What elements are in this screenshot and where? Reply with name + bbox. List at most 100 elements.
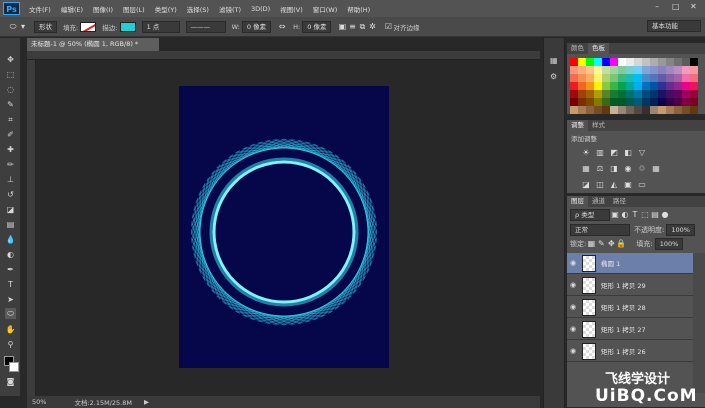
gradient-tool-icon[interactable]: ▤ <box>5 219 16 230</box>
status-menu-arrow-icon[interactable]: ▶ <box>144 398 149 406</box>
background-color-swatch[interactable] <box>9 362 19 372</box>
swatch[interactable] <box>570 58 578 66</box>
swatch[interactable] <box>666 66 674 74</box>
visibility-eye-icon[interactable]: ◉ <box>567 259 579 267</box>
swatch[interactable] <box>618 74 626 82</box>
swatch[interactable] <box>570 106 578 114</box>
menu-view[interactable]: 视图(V) <box>275 4 308 14</box>
swatch[interactable] <box>650 74 658 82</box>
swatch[interactable] <box>610 82 618 90</box>
swatch[interactable] <box>690 98 698 106</box>
swatch[interactable] <box>674 82 682 90</box>
swatch[interactable] <box>674 90 682 98</box>
photo-filter-icon[interactable]: ◉ <box>623 164 633 174</box>
swatch[interactable] <box>610 74 618 82</box>
tab-adjustments[interactable]: 调整 <box>567 120 588 131</box>
lock-pixels-icon[interactable]: ✎ <box>596 239 606 249</box>
swatch[interactable] <box>674 98 682 106</box>
swatch[interactable] <box>682 90 690 98</box>
layer-filter-select[interactable]: ρ 类型 <box>570 209 610 221</box>
lock-transparent-icon[interactable]: ▦ <box>586 239 596 249</box>
swatch[interactable] <box>594 82 602 90</box>
menu-select[interactable]: 选择(S) <box>182 4 214 14</box>
swatch[interactable] <box>578 58 586 66</box>
swatch[interactable] <box>626 82 634 90</box>
swatch[interactable] <box>618 66 626 74</box>
swatch[interactable] <box>594 106 602 114</box>
tab-swatches[interactable]: 色板 <box>588 43 609 54</box>
stroke-width-input[interactable]: 1 点 <box>141 20 180 33</box>
eraser-tool-icon[interactable]: ◪ <box>5 204 16 215</box>
swatch[interactable] <box>594 58 602 66</box>
lock-all-icon[interactable]: 🔒 <box>616 239 626 249</box>
healing-brush-tool-icon[interactable]: ✚ <box>5 144 16 155</box>
curves-icon[interactable]: ◩ <box>609 148 619 158</box>
document-canvas[interactable] <box>179 86 389 368</box>
layer-row[interactable]: ◉ 矩形 1 拷贝 27 <box>567 319 693 340</box>
close-icon[interactable]: ✕ <box>690 2 697 11</box>
swatch[interactable] <box>674 74 682 82</box>
swatch[interactable] <box>674 66 682 74</box>
swatch[interactable] <box>610 98 618 106</box>
swatch[interactable] <box>602 66 610 74</box>
layer-name[interactable]: 椭圆 1 <box>601 258 620 268</box>
filter-toggle-icon[interactable]: ● <box>660 210 670 220</box>
ellipse-tool-icon[interactable]: ⬭ <box>5 308 16 319</box>
shape-mode-select[interactable]: 形状 <box>34 20 57 33</box>
swatch[interactable] <box>602 74 610 82</box>
swatch[interactable] <box>626 74 634 82</box>
tab-channels[interactable]: 通道 <box>588 196 609 207</box>
invert-icon[interactable]: ◪ <box>581 180 591 190</box>
color-lookup-icon[interactable]: ▦ <box>651 164 661 174</box>
visibility-eye-icon[interactable]: ◉ <box>567 325 579 333</box>
swatch[interactable] <box>578 90 586 98</box>
swatch[interactable] <box>618 58 626 66</box>
threshold-icon[interactable]: ◭ <box>609 180 619 190</box>
zoom-tool-icon[interactable]: ⚲ <box>5 339 16 350</box>
path-alignment-icon[interactable]: ≡ <box>347 22 357 32</box>
channel-mixer-icon[interactable]: ♲ <box>637 164 647 174</box>
menu-3d[interactable]: 3D(D) <box>246 5 275 13</box>
quick-select-tool-icon[interactable]: ✎ <box>5 99 16 110</box>
swatch[interactable] <box>602 90 610 98</box>
fill-opacity-input[interactable]: 100% <box>654 238 684 250</box>
opacity-input[interactable]: 100% <box>666 224 695 236</box>
pen-tool-icon[interactable]: ✒ <box>5 264 16 275</box>
swatch[interactable] <box>690 58 698 66</box>
swatch[interactable] <box>578 98 586 106</box>
swatch[interactable] <box>602 98 610 106</box>
selective-color-icon[interactable]: ▣ <box>623 180 633 190</box>
swatch[interactable] <box>586 74 594 82</box>
menu-edit[interactable]: 编辑(E) <box>56 4 88 14</box>
swatch[interactable] <box>690 82 698 90</box>
eyedropper-tool-icon[interactable]: ✐ <box>5 129 16 140</box>
swatch[interactable] <box>570 98 578 106</box>
path-operations-icon[interactable]: ▣ <box>337 22 347 32</box>
blend-mode-select[interactable]: 正常 <box>570 224 630 236</box>
layer-name[interactable]: 矩形 1 拷贝 28 <box>601 302 646 312</box>
swatch[interactable] <box>586 98 594 106</box>
brightness-icon[interactable]: ☀ <box>581 148 591 158</box>
align-edges-checkbox[interactable]: ☑ <box>383 22 393 32</box>
swatch[interactable] <box>658 98 666 106</box>
swatch[interactable] <box>634 66 642 74</box>
swatch[interactable] <box>570 74 578 82</box>
layer-row[interactable]: ◉ 椭圆 1 <box>567 253 693 274</box>
swatch[interactable] <box>594 98 602 106</box>
swatch[interactable] <box>682 74 690 82</box>
swatch[interactable] <box>634 106 642 114</box>
swatch[interactable] <box>666 82 674 90</box>
smart-filter-icon[interactable]: ▤ <box>650 210 660 220</box>
color-balance-icon[interactable]: ⚖ <box>595 164 605 174</box>
levels-icon[interactable]: ▥ <box>595 148 605 158</box>
swatch[interactable] <box>626 66 634 74</box>
swatch[interactable] <box>610 58 618 66</box>
swatch[interactable] <box>642 66 650 74</box>
gradient-map-icon[interactable]: ▭ <box>637 180 647 190</box>
layer-row[interactable]: ◉ 矩形 1 拷贝 29 <box>567 275 693 296</box>
swatch[interactable] <box>682 82 690 90</box>
tab-color[interactable]: 颜色 <box>567 43 588 54</box>
swatch[interactable] <box>658 74 666 82</box>
stroke-type-select[interactable]: ——— <box>185 20 226 33</box>
swatch[interactable] <box>674 106 682 114</box>
